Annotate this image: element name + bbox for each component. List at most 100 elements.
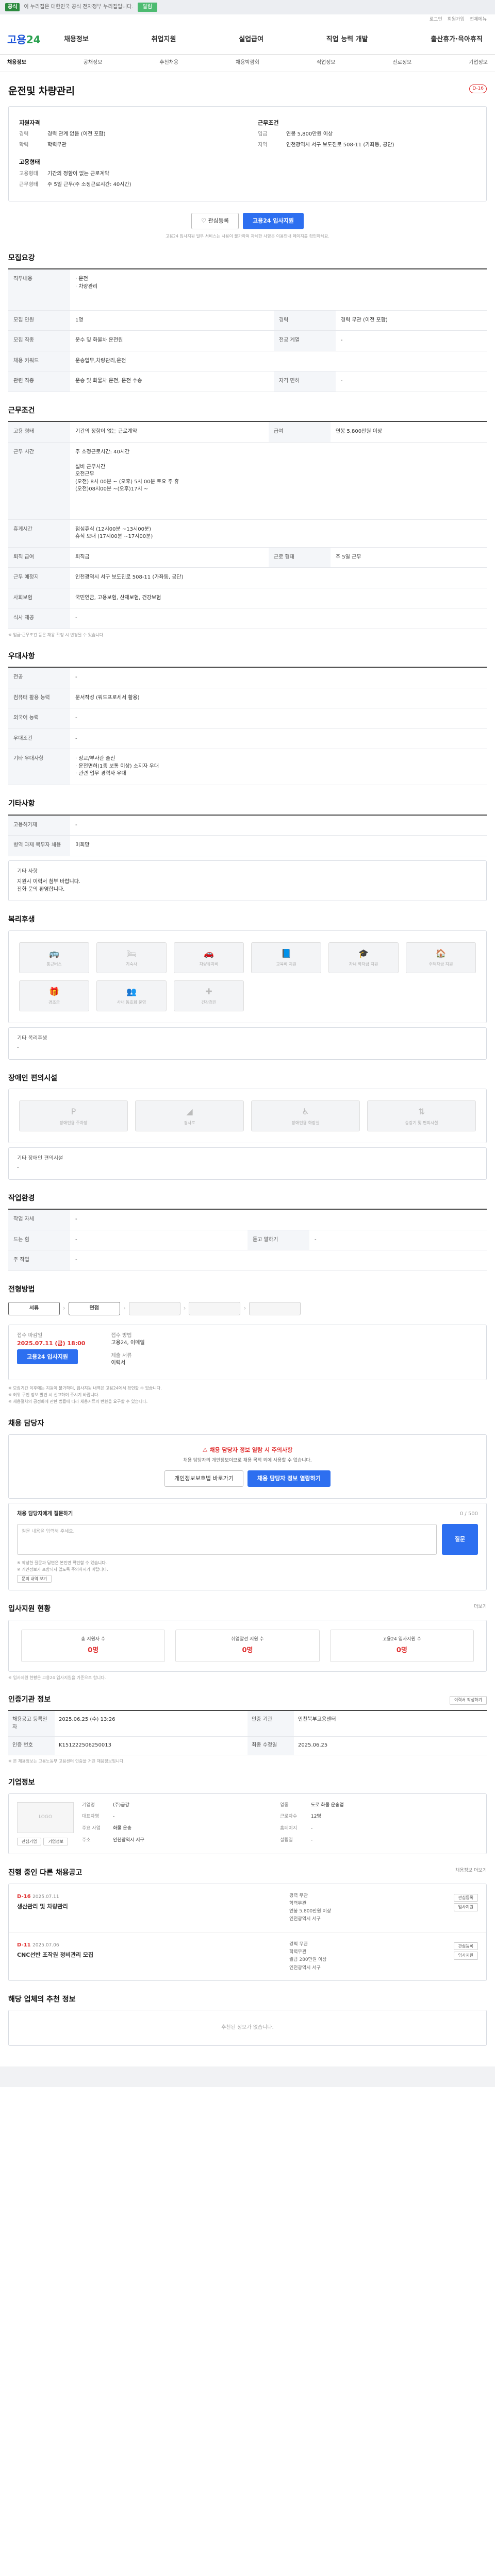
row-val: 국민연금, 고용보험, 산재보험, 건강보험 [70, 588, 487, 609]
row-val: - [335, 371, 487, 392]
row-key: 식사 제공 [8, 608, 70, 629]
summary-val: 학력무관 [47, 142, 67, 148]
other-meta: 학력무관 [289, 1950, 307, 1955]
welfare-item: 🎁 경조금 [19, 980, 89, 1011]
logo-text-a: 고용 [7, 33, 26, 46]
row-key: 우대조건 [8, 728, 70, 750]
row-val: 운송업무,차량관리,운전 [70, 351, 487, 372]
company-fav-button[interactable]: 관심기업 [17, 1837, 42, 1846]
gnb-jobs[interactable]: 채용정보 [64, 35, 89, 45]
gov-badge: 공식 [5, 3, 20, 12]
row-key: 모집 직종 [8, 330, 70, 351]
util-bar: 로그인 회원가입 전체메뉴 [0, 14, 495, 26]
lnb-item-0[interactable]: 채용정보 [7, 59, 26, 67]
summary-val: 연봉 5,800만원 이상 [286, 131, 333, 138]
row-val: 주 소정근로시간: 40시간 설비 근무시간 오전근무 (오전) 8시 00분 … [70, 442, 487, 520]
house-icon: 🏠 [436, 948, 446, 959]
status-more-link[interactable]: 더보기 [474, 1604, 487, 1614]
comp-val: (주)금강 [113, 1802, 129, 1808]
row-key: 모집 인원 [8, 310, 70, 331]
info-key: 인증 기관 [248, 1711, 294, 1737]
other-fav-button[interactable]: 관심등록 [453, 1893, 478, 1902]
row-val: 기간의 정함이 없는 근로계약 [70, 421, 269, 443]
other-apply-button[interactable]: 입사지원 [453, 1903, 478, 1911]
other-more-link[interactable]: 채용정보 더보기 [455, 1868, 487, 1878]
ramp-icon: ◢ [186, 1107, 193, 1117]
bus-icon: 🚌 [49, 948, 59, 959]
list-item[interactable]: D-11 2025.07.06 CNC선반 조작원 정비관리 모집 경력 무관 … [9, 1933, 486, 1980]
section-qa-title: 채용 담당자 [8, 1419, 44, 1428]
cond-table: 고용 형태 기간의 정함이 없는 근로계약 급여 연봉 5,800만원 이상 근무 시… [8, 421, 487, 629]
lnb-item-4[interactable]: 직업정보 [317, 59, 336, 67]
restroom-icon: ♿ [302, 1107, 309, 1117]
cap-icon: 🎓 [358, 948, 369, 959]
row-key: 관련 직종 [8, 371, 70, 392]
etc-text-box: 기타 사항 지원시 이력서 첨부 바랍니다. 전화 문의 환영합니다. [8, 860, 487, 902]
question-count: 0 / 500 [459, 1511, 478, 1517]
list-item[interactable]: D-16 2025.07.11 생산관리 및 차량관리 경력 무관 학력무관 연… [9, 1884, 486, 1933]
row-key: 작업 자세 [8, 1209, 70, 1230]
lnb-item-1[interactable]: 공채정보 [84, 59, 103, 67]
summary-key: 지역 [258, 142, 268, 148]
site-logo[interactable]: 고용24 [7, 32, 64, 47]
lnb-item-5[interactable]: 진로정보 [392, 59, 411, 67]
cond-note: ※ 임금·근무조건 등은 채용 확정 시 변경될 수 있습니다. [8, 632, 105, 637]
welfare-label: 사내 동호회 운영 [117, 1000, 146, 1005]
lnb-item-3[interactable]: 채용박람회 [236, 59, 259, 67]
section-cond-title: 근무조건 [8, 406, 35, 415]
summary-note: 고용24 입사지원 일부 서비스는 사용이 불가하며 자세한 사항은 이용안내 … [166, 234, 329, 239]
company-info-button[interactable]: 기업정보 [43, 1837, 68, 1846]
gov-alert-button[interactable]: 알림 [137, 2, 158, 12]
row-val: · 운전 · 차량관리 [70, 268, 487, 311]
view-contact-button[interactable]: 채용 담당자 정보 열람하기 [248, 1470, 331, 1487]
login-link[interactable]: 로그인 [430, 16, 442, 23]
row-val: - [309, 1230, 487, 1251]
other-fav-button[interactable]: 관심등록 [453, 1942, 478, 1951]
people-icon: 👥 [126, 987, 137, 997]
arrow-right-icon: › [183, 1304, 186, 1312]
gnb-benefits[interactable]: 실업급여 [239, 35, 263, 45]
scrap-button[interactable]: ♡ 관심등록 [191, 213, 239, 230]
row-key: 컴퓨터 활용 능력 [8, 688, 70, 709]
doc-value: 이력서 [111, 1360, 126, 1366]
row-val: - [70, 1209, 487, 1230]
row-key: 고용 형태 [8, 421, 70, 443]
method-value: 고용24, 이메일 [111, 1340, 145, 1346]
gift-icon: 🎁 [49, 987, 59, 997]
status-count: 0명 [88, 1646, 99, 1654]
row-val: - [70, 708, 487, 729]
other-title[interactable]: 생산관리 및 차량관리 [17, 1903, 281, 1911]
other-apply-button[interactable]: 입사지원 [453, 1952, 478, 1960]
status-card: 취업알선 지원 수 0명 [175, 1629, 320, 1663]
privacy-law-button[interactable]: 개인정보보호법 바로가기 [164, 1470, 243, 1487]
question-history-button[interactable]: 문의 내역 보기 [17, 1574, 52, 1583]
row-val: 경력 무관 (이전 포함) [335, 310, 487, 331]
lnb-item-6[interactable]: 기업정보 [469, 59, 488, 67]
apply-button[interactable]: 고용24 입사지원 [242, 213, 304, 230]
gnb-training[interactable]: 직업 능력 개발 [326, 35, 368, 45]
summary-key: 고용형태 [19, 171, 38, 177]
recruit-table: 직무내용 · 운전 · 차량관리 모집 인원 1명 경력 경력 무관 (이전 포함) 모… [8, 268, 487, 392]
other-title[interactable]: CNC선반 조작원 정비관리 모집 [17, 1951, 281, 1959]
disab-other-value: - [17, 1165, 19, 1171]
gnb-leave[interactable]: 출산휴가·육아휴직 [431, 35, 483, 45]
etc-table: 고용허가제 - 병역 과제 복무자 채용 미희망 [8, 814, 487, 856]
disab-item: ⇅ 승강기 및 편의시설 [367, 1100, 476, 1131]
status-label: 총 지원자 수 [81, 1636, 106, 1642]
all-menu-link[interactable]: 전체메뉴 [470, 16, 487, 23]
section-etc-title: 기타사항 [8, 800, 35, 808]
summary-key: 근무형태 [19, 181, 38, 188]
row-val: 1명 [70, 310, 274, 331]
question-submit-button[interactable]: 질문 [442, 1524, 478, 1555]
gnb-support[interactable]: 취업지원 [152, 35, 176, 45]
lnb-item-2[interactable]: 추천채용 [159, 59, 178, 67]
resume-button[interactable]: 이력서 작성하기 [449, 1696, 487, 1705]
other-meta: 경력 무관 [289, 1893, 308, 1899]
row-val: - [70, 1230, 248, 1251]
question-notes: ※ 작성한 질문과 답변은 본인만 확인할 수 있습니다. ※ 개인정보가 포함… [17, 1561, 108, 1572]
apply-button-2[interactable]: 고용24 입사지원 [17, 1349, 78, 1365]
row-key: 고용허가제 [8, 814, 70, 836]
signup-link[interactable]: 회원가입 [448, 16, 465, 23]
question-input[interactable]: 질문 내용을 입력해 주세요. [17, 1524, 437, 1555]
welfare-other-label: 기타 복리후생 [17, 1035, 47, 1041]
